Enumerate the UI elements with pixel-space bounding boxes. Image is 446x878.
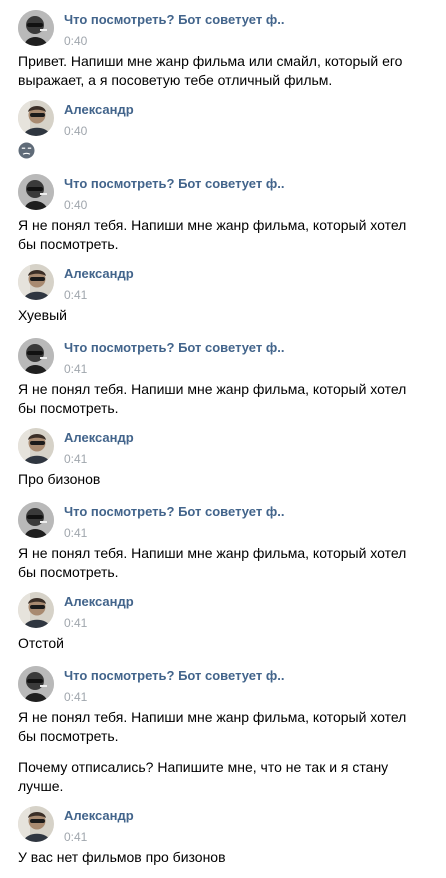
message-time[interactable]: 0:41: [64, 616, 87, 630]
message-text: Я не понял тебя. Напиши мне жанр фильма,…: [18, 217, 407, 252]
message-time[interactable]: 0:40: [64, 124, 87, 138]
message-time[interactable]: 0:40: [64, 34, 87, 48]
avatar[interactable]: [18, 10, 54, 46]
message-text: Я не понял тебя. Напиши мне жанр фильма,…: [18, 545, 407, 580]
avatar[interactable]: [18, 806, 54, 842]
message-time[interactable]: 0:41: [64, 288, 87, 302]
message-time[interactable]: 0:41: [64, 362, 87, 376]
avatar[interactable]: [18, 428, 54, 464]
message-text: Хуевый: [18, 307, 67, 323]
message-time[interactable]: 0:41: [64, 830, 87, 844]
message-text: Про бизонов: [18, 471, 101, 487]
message-author[interactable]: Александр: [64, 102, 134, 117]
message-text: Я не понял тебя. Напиши мне жанр фильма,…: [18, 709, 407, 744]
message-time[interactable]: 0:41: [64, 526, 87, 540]
message-author[interactable]: Александр: [64, 266, 134, 281]
message-text-followup: Почему отписались? Напишите мне, что не …: [18, 759, 389, 794]
message-author[interactable]: Александр: [64, 808, 134, 823]
avatar[interactable]: [18, 666, 54, 702]
message-author[interactable]: Что посмотреть? Бот советует ф..: [64, 176, 284, 191]
message-text: Привет. Напиши мне жанр фильма или смайл…: [18, 53, 403, 88]
message-author[interactable]: Что посмотреть? Бот советует ф..: [64, 668, 284, 683]
avatar[interactable]: [18, 264, 54, 300]
message-time[interactable]: 0:40: [64, 198, 87, 212]
avatar[interactable]: [18, 338, 54, 374]
message-author[interactable]: Что посмотреть? Бот советует ф..: [64, 504, 284, 519]
avatar[interactable]: [18, 502, 54, 538]
chat-history: Что посмотреть? Бот советует ф.. 0:40 Пр…: [0, 0, 446, 878]
message-text: Отстой: [18, 635, 65, 651]
message-time[interactable]: 0:41: [64, 690, 87, 704]
message-author[interactable]: Что посмотреть? Бот советует ф..: [64, 12, 284, 27]
unamused-emoji-icon: [18, 142, 35, 159]
message-author[interactable]: Александр: [64, 430, 134, 445]
message-author[interactable]: Александр: [64, 594, 134, 609]
message-text: У вас нет фильмов про бизонов: [18, 849, 226, 865]
avatar[interactable]: [18, 592, 54, 628]
message-text: Я не понял тебя. Напиши мне жанр фильма,…: [18, 381, 407, 416]
message-author[interactable]: Что посмотреть? Бот советует ф..: [64, 340, 284, 355]
avatar[interactable]: [18, 100, 54, 136]
message-time[interactable]: 0:41: [64, 452, 87, 466]
avatar[interactable]: [18, 174, 54, 210]
